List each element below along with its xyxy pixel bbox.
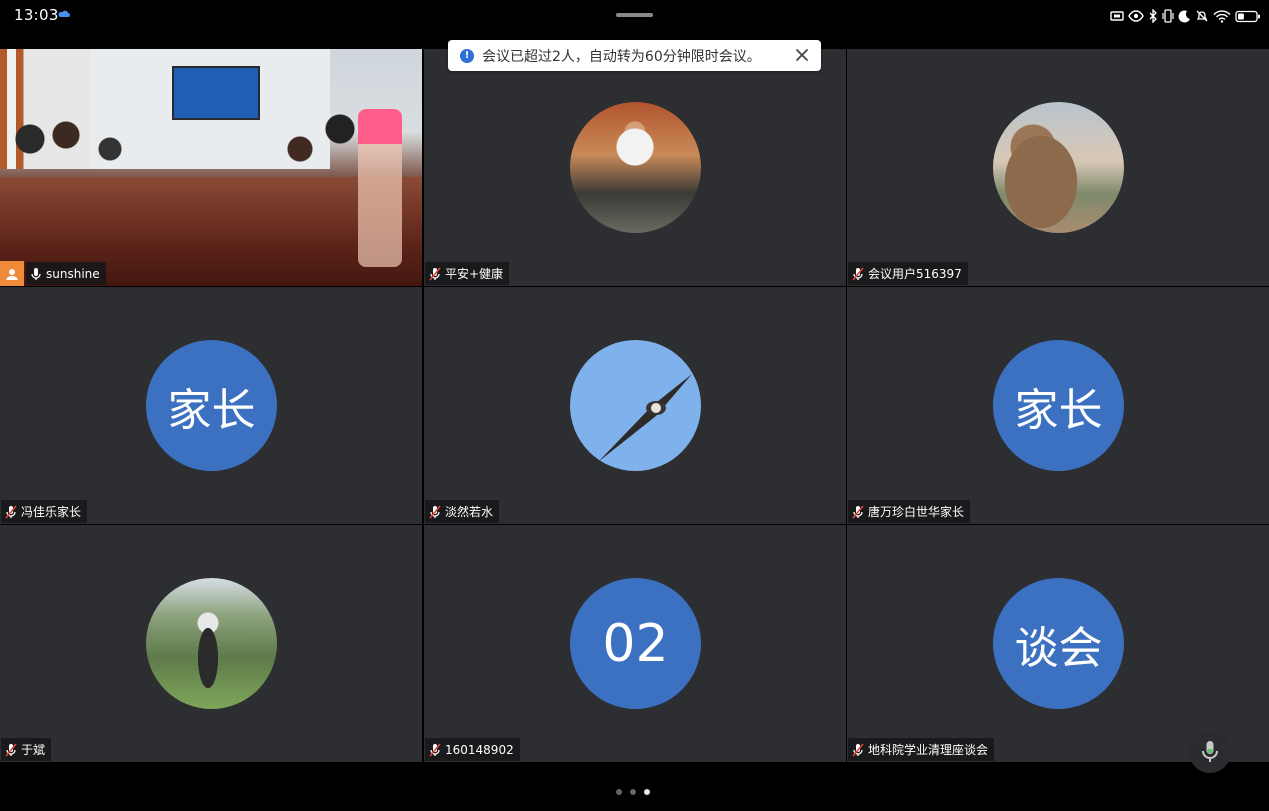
page-dot-1[interactable]	[616, 789, 622, 795]
avatar-photo-man-sofa	[570, 102, 701, 233]
info-icon: !	[460, 48, 474, 63]
participant-name-tag: 160148902	[425, 738, 520, 761]
participant-name-tag: sunshine	[26, 262, 106, 285]
participant-name-tag: 平安+健康	[425, 262, 510, 285]
participant-tile[interactable]: 家长 唐万珍白世华家长	[847, 287, 1269, 524]
mic-muted-icon	[429, 504, 441, 519]
participant-name-tag: 于斌	[1, 738, 52, 761]
microphone-icon	[1202, 741, 1218, 762]
presentation-screen	[172, 66, 260, 120]
cast-icon	[1110, 11, 1124, 21]
mic-muted-icon	[852, 504, 864, 519]
mic-muted-icon	[5, 742, 17, 757]
avatar-initials: 02	[570, 578, 701, 709]
drag-handle[interactable]	[616, 13, 653, 17]
participant-tile[interactable]: 02 160148902	[424, 525, 846, 762]
wifi-icon	[1213, 9, 1231, 23]
mic-muted-icon	[852, 266, 864, 281]
bluetooth-icon	[1149, 9, 1157, 23]
participant-tile[interactable]: 家长 冯佳乐家长	[0, 287, 422, 524]
participant-name: 地科院学业清理座谈会	[868, 743, 989, 757]
page-indicator	[616, 789, 650, 795]
camera-video-feed	[0, 49, 422, 286]
participant-name: 唐万珍白世华家长	[868, 505, 965, 519]
page-dot-2[interactable]	[630, 789, 636, 795]
status-icons	[1110, 7, 1261, 25]
vibrate-icon	[1162, 9, 1174, 23]
participant-tile[interactable]: 于斌	[0, 525, 422, 762]
status-time: 13:03	[14, 6, 59, 24]
status-bar: 13:03	[0, 0, 1269, 32]
avatar-initials: 家长	[146, 340, 277, 471]
toast-message: 会议已超过2人，自动转为60分钟限时会议。	[482, 48, 761, 65]
participant-tile[interactable]: 淡然若水	[424, 287, 846, 524]
meeting-limit-toast: ! 会议已超过2人，自动转为60分钟限时会议。	[448, 40, 821, 71]
avatar-initials: 谈会	[993, 578, 1124, 709]
mic-muted-icon	[429, 742, 441, 757]
avatar-photo-man-tree	[146, 578, 277, 709]
battery-icon	[1235, 10, 1260, 22]
mic-on-icon	[30, 267, 42, 281]
participant-tile[interactable]: 平安+健康	[424, 49, 846, 286]
participant-name: 于斌	[21, 743, 46, 757]
avatar-photo-teddy-bear	[993, 102, 1124, 233]
avatar-photo-eagle-sky	[570, 340, 701, 471]
participant-name-tag: 冯佳乐家长	[1, 500, 88, 523]
page-dot-3[interactable]	[644, 789, 650, 795]
close-icon[interactable]	[795, 48, 809, 62]
participant-name: 会议用户516397	[868, 267, 962, 281]
bell-off-icon	[1196, 10, 1208, 22]
participant-tile-video[interactable]: sunshine	[0, 49, 422, 286]
cloud-icon	[58, 10, 70, 17]
water-bottle	[358, 109, 402, 267]
participant-name-tag: 会议用户516397	[848, 262, 968, 285]
moon-icon	[1178, 9, 1190, 22]
participant-name: 冯佳乐家长	[21, 505, 82, 519]
participant-name: 平安+健康	[445, 267, 504, 281]
participant-name-tag: 唐万珍白世华家长	[848, 500, 971, 523]
participant-grid: sunshine 平安+健康 会议用户516397 家长 冯佳乐家长 淡然若水 …	[0, 49, 1269, 762]
participant-tile[interactable]: 会议用户516397	[847, 49, 1269, 286]
mic-muted-icon	[5, 504, 17, 519]
participant-name-tag: 地科院学业清理座谈会	[848, 738, 995, 761]
participant-name-tag: 淡然若水	[425, 500, 500, 523]
participant-tile[interactable]: 谈会 地科院学业清理座谈会	[847, 525, 1269, 762]
host-badge-icon	[0, 261, 24, 286]
eye-icon	[1128, 10, 1144, 22]
microphone-button[interactable]	[1189, 731, 1231, 773]
participant-name: 淡然若水	[445, 505, 494, 519]
participant-name: sunshine	[46, 266, 100, 281]
avatar-initials: 家长	[993, 340, 1124, 471]
mic-muted-icon	[852, 742, 864, 757]
mic-muted-icon	[429, 266, 441, 281]
participant-name: 160148902	[445, 742, 514, 757]
